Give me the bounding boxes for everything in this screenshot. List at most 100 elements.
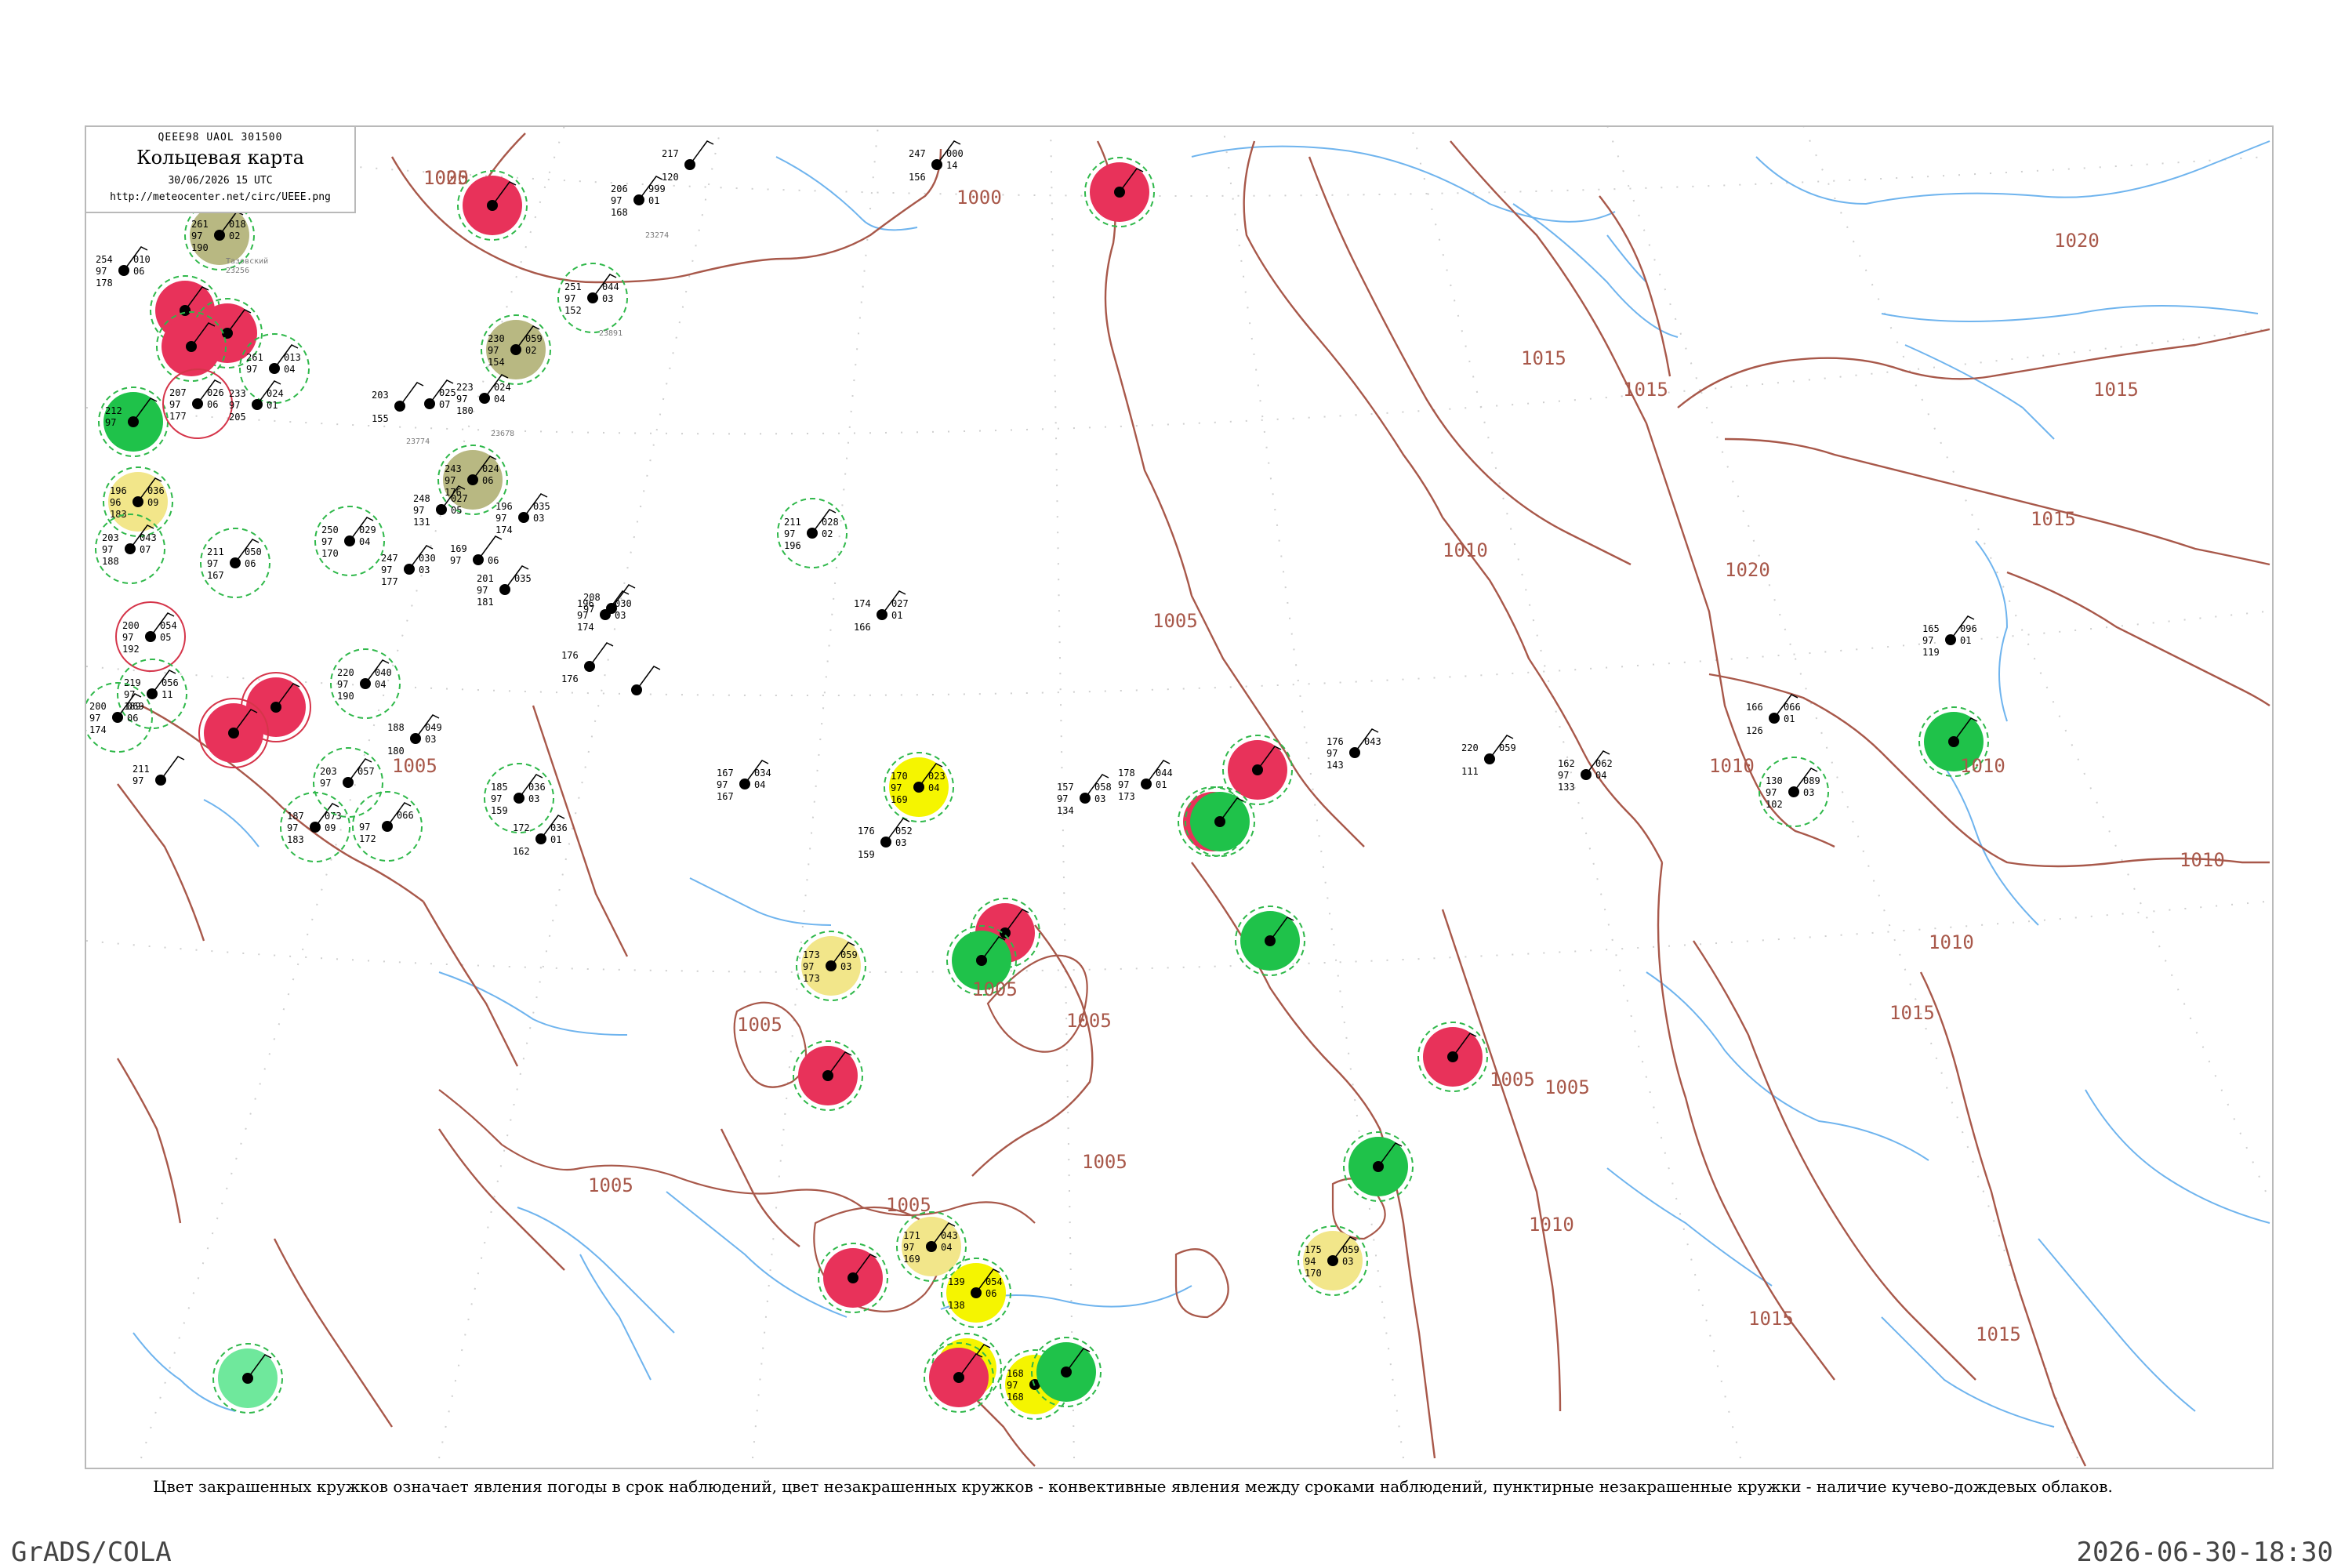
station-plot[interactable]: 20097192 05405 [115, 601, 186, 672]
station-plot[interactable]: 23097154 05902 [481, 314, 551, 385]
station-plot[interactable]: 16997 06 [450, 535, 503, 566]
station-temp: 97 [132, 775, 143, 786]
station-plot[interactable]: 17097169 02304 [884, 752, 954, 822]
station-pressure: 254 [96, 254, 113, 265]
station-pressure: 169 [450, 543, 467, 554]
isobar-label: 1005 [392, 755, 437, 777]
isobar-label: 1005 [972, 978, 1018, 1000]
station-temp: 97 [1327, 748, 1338, 759]
rivers [132, 140, 2270, 1428]
station-change: 03 [1342, 1256, 1353, 1267]
station-plot[interactable] [631, 666, 661, 695]
station-tendency: 030 [419, 553, 436, 564]
station-pressure: 203 [102, 532, 119, 543]
station-change: 04 [941, 1242, 952, 1253]
station-plot[interactable]: 18818004903 [387, 714, 442, 757]
station-dew: 119 [1922, 647, 1940, 658]
station-plot[interactable]: 21297 [98, 387, 169, 457]
station-temp: 97 [191, 230, 202, 241]
station-plot[interactable]: 217 120 [662, 140, 714, 183]
station-plot[interactable]: 166 126 06601 [1746, 694, 1801, 736]
station-plot[interactable] [1222, 735, 1293, 805]
station-pressure: 171 [903, 1230, 920, 1241]
isobar-label: 1000 [956, 187, 1002, 209]
station-plot[interactable]: 16797167 03404 [717, 760, 771, 802]
station-change: 01 [1960, 635, 1971, 646]
station-plot[interactable]: 174 166 02701 [854, 590, 909, 633]
station-plot[interactable]: 17897173 04401 [1118, 760, 1173, 802]
station-plot[interactable] [1417, 1022, 1488, 1092]
station-plot[interactable]: 25097170 02904 [314, 506, 385, 576]
station-change: 03 [419, 564, 430, 575]
station-plot[interactable]: 22097190 04004 [330, 648, 401, 719]
station-plot[interactable]: 21197196 02802 [777, 498, 848, 568]
station-plot[interactable]: 20397 057 [313, 747, 383, 818]
isobar-label: 1020 [2054, 230, 2100, 252]
station-dew: 168 [1007, 1392, 1024, 1403]
station-plot[interactable] [924, 1342, 994, 1413]
station-plot[interactable]: 97172 066 [352, 791, 423, 862]
station-plot[interactable]: 176 176 [561, 642, 614, 684]
station-plot[interactable]: 172 162 03601 [513, 815, 568, 857]
station-dew: 174 [577, 622, 594, 633]
station-plot[interactable]: 17594170 05903 [1298, 1225, 1368, 1296]
station-plot[interactable]: 24797177 03003 [381, 545, 436, 587]
station-plot[interactable]: 21197167 05006 [200, 528, 270, 598]
isobar-label: 1005 [1544, 1076, 1590, 1098]
station-temp: 97 [246, 364, 257, 375]
station-plot[interactable]: 25197152 04403 23891 [557, 263, 628, 338]
station-pressure: 261 [191, 219, 209, 230]
station-plot[interactable]: 139 138 05406 [941, 1258, 1011, 1328]
station-plot[interactable]: 20797177 02606 [162, 368, 233, 439]
map-date: 30/06/2026 15 UTC [168, 175, 273, 187]
station-change: 02 [525, 345, 536, 356]
station-plot[interactable] [156, 311, 227, 382]
station-change: 07 [140, 544, 151, 555]
station-circles[interactable]: 2619719001802Тазовский232562471560001420… [83, 140, 1989, 1420]
station-tendency: 057 [358, 766, 375, 777]
station-change: 05 [160, 632, 171, 643]
station-plot[interactable]: 176 159 05203 [858, 818, 913, 860]
station-plot[interactable]: 25497178 01006 [96, 246, 151, 289]
station-dew: 155 [372, 413, 389, 424]
station-plot[interactable]: 220 111 059 [1461, 735, 1516, 777]
station-pressure: 250 [321, 524, 339, 535]
station-plot[interactable] [1343, 1131, 1414, 1202]
station-pressure: 178 [1118, 768, 1135, 779]
station-plot[interactable]: 22397180 02404 23678 [456, 374, 514, 438]
station-plot[interactable]: 20197181 035 [477, 565, 532, 608]
station-change: 11 [162, 689, 172, 700]
station-tendency: 029 [359, 524, 376, 535]
station-pressure: 247 [909, 148, 926, 159]
station-plot[interactable]: 17397173 05903 [796, 931, 866, 1001]
station-plot[interactable]: 23397205 02401 [229, 380, 284, 423]
station-plot[interactable] [793, 1040, 863, 1111]
station-temp: 97 [611, 195, 622, 206]
station-plot[interactable]: 15797134 05803 [1057, 774, 1112, 816]
station-pressure: 217 [662, 148, 679, 159]
station-dew: 167 [717, 791, 734, 802]
station-tendency: 027 [451, 493, 468, 504]
station-dew: 133 [1558, 782, 1575, 793]
station-plot[interactable]: 17697143 043 [1327, 728, 1381, 771]
station-plot[interactable]: 13097102 08903 [1759, 757, 1829, 827]
weather-map[interactable]: 2619719001802Тазовский232562471560001420… [0, 0, 2352, 1474]
station-plot[interactable]: 21197 [132, 756, 185, 786]
station-plot[interactable] [818, 1243, 888, 1313]
station-plot[interactable]: 19696183 03609 [103, 466, 173, 537]
map-url[interactable]: http://meteocenter.net/circ/UEEE.png [86, 191, 354, 203]
station-temp: 97 [229, 400, 240, 411]
station-plot[interactable]: 19697174 03503 [495, 493, 550, 535]
station-tendency: 073 [325, 811, 342, 822]
station-plot[interactable]: 203 155 23774 [372, 382, 430, 446]
station-pressure: 167 [717, 768, 734, 779]
station-plot[interactable]: 02507 [424, 379, 456, 410]
station-plot[interactable]: 17197169 04304 [896, 1211, 967, 1282]
station-plot[interactable]: 20697168 99901 23274 [611, 176, 669, 240]
station-pressure: 139 [948, 1276, 965, 1287]
station-plot[interactable] [1084, 157, 1155, 227]
station-plot[interactable] [212, 1343, 283, 1414]
station-plot[interactable] [198, 698, 269, 768]
isobar-label: 1010 [1709, 755, 1755, 777]
station-plot[interactable]: 16597119 09601 [1922, 615, 1977, 658]
